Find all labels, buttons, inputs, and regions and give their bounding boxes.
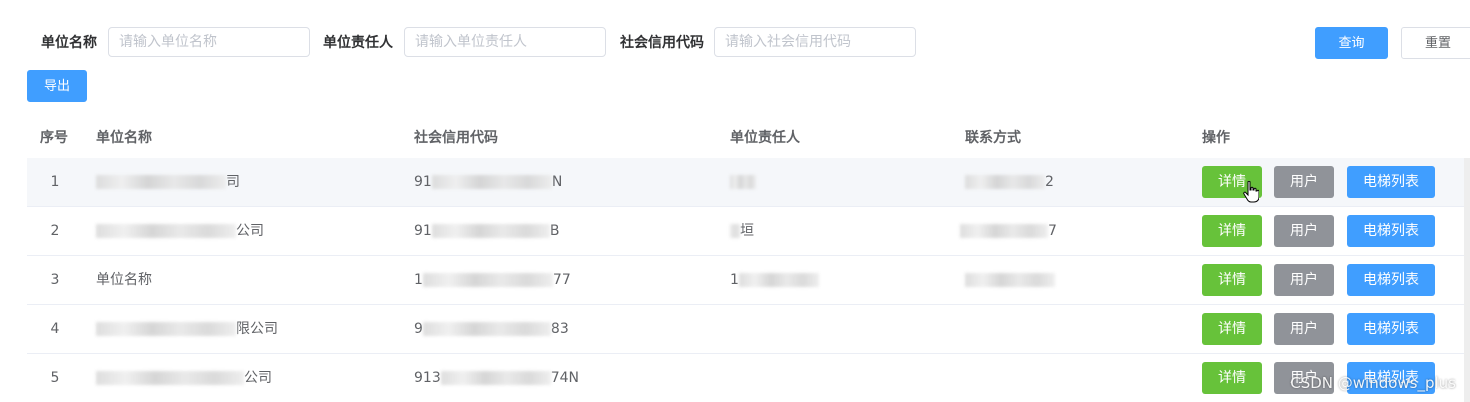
detail-button[interactable]: 详情	[1202, 362, 1262, 394]
owner-input[interactable]	[404, 27, 606, 57]
unit-name-cell: 公司	[96, 207, 264, 255]
credit-code-cell: 913 74N	[414, 370, 580, 386]
unit-name-cell: 公司	[96, 354, 272, 402]
elevator-list-button[interactable]: 电梯列表	[1347, 264, 1435, 296]
search-form: 单位名称 单位责任人 社会信用代码 查询 重置	[0, 27, 1470, 59]
unit-name-input[interactable]	[108, 27, 310, 57]
vertical-scrollbar[interactable]	[1464, 158, 1470, 402]
elevator-list-button[interactable]: 电梯列表	[1347, 166, 1435, 198]
table-row: 2 公司 91 B 垣 7 详情 用户 电梯列表	[27, 207, 1470, 256]
unit-name-cell: 单位名称	[96, 272, 152, 288]
unit-name-label: 单位名称	[41, 35, 97, 51]
export-button[interactable]: 导出	[27, 70, 87, 102]
unit-management-page: 单位名称 单位责任人 社会信用代码 查询 重置 导出 序号 单位名称 社会信用代…	[0, 0, 1470, 402]
unit-table: 序号 单位名称 社会信用代码 单位责任人 联系方式 操作 1 司 91 N 2 详…	[27, 118, 1470, 402]
credit-code-cell: 91 B	[414, 223, 560, 239]
row-index: 2	[50, 223, 60, 239]
query-button[interactable]: 查询	[1315, 27, 1388, 59]
elevator-list-button[interactable]: 电梯列表	[1347, 313, 1435, 345]
user-button[interactable]: 用户	[1274, 264, 1334, 296]
unit-name-cell: 限公司	[96, 305, 278, 353]
table-header: 序号 单位名称 社会信用代码 单位责任人 联系方式 操作	[27, 118, 1470, 158]
owner-cell: 1	[730, 256, 819, 304]
contact-cell: 7	[960, 207, 1057, 255]
contact-cell	[965, 256, 1055, 304]
row-index: 3	[50, 272, 60, 288]
owner-cell: 垣	[730, 207, 754, 255]
user-button[interactable]: 用户	[1274, 215, 1334, 247]
header-actions: 操作	[1202, 130, 1230, 146]
detail-button[interactable]: 详情	[1202, 215, 1262, 247]
detail-button[interactable]: 详情	[1202, 264, 1262, 296]
detail-button[interactable]: 详情	[1202, 313, 1262, 345]
header-owner: 单位责任人	[730, 130, 800, 146]
hand-pointer-icon	[1243, 181, 1259, 203]
table-row: 5 公司 913 74N 详情 用户 电梯列表	[27, 354, 1470, 402]
table-row: 3 单位名称 1 77 1 详情 用户 电梯列表	[27, 256, 1470, 305]
credit-code-cell: 9 83	[414, 321, 569, 337]
header-index: 序号	[40, 130, 68, 146]
row-index: 4	[50, 321, 60, 337]
header-contact: 联系方式	[965, 130, 1021, 146]
row-index: 1	[50, 174, 60, 190]
row-index: 5	[50, 370, 60, 386]
table-row: 4 限公司 9 83 详情 用户 电梯列表	[27, 305, 1470, 354]
credit-code-label: 社会信用代码	[620, 35, 704, 51]
reset-button[interactable]: 重置	[1401, 27, 1470, 59]
credit-code-cell: 1 77	[414, 272, 571, 288]
header-unit-name: 单位名称	[96, 130, 152, 146]
credit-code-cell: 91 N	[414, 174, 563, 190]
credit-code-input[interactable]	[714, 27, 916, 57]
user-button[interactable]: 用户	[1274, 313, 1334, 345]
owner-cell	[730, 158, 756, 206]
user-button[interactable]: 用户	[1274, 166, 1334, 198]
owner-label: 单位责任人	[323, 35, 393, 51]
watermark: CSDN @windows_plus	[1290, 374, 1456, 392]
header-credit-code: 社会信用代码	[414, 130, 498, 146]
contact-cell: 2	[965, 158, 1054, 206]
elevator-list-button[interactable]: 电梯列表	[1347, 215, 1435, 247]
unit-name-cell: 司	[96, 158, 240, 206]
